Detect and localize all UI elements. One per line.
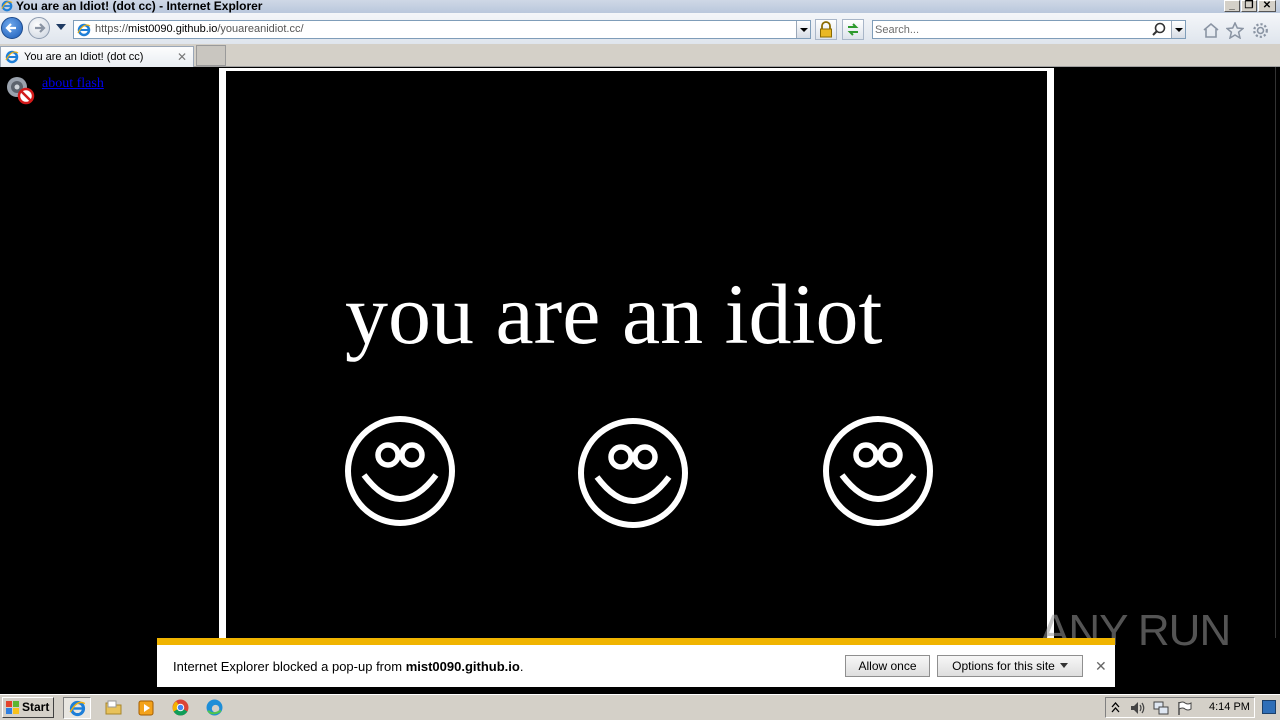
internet-explorer-icon [69,700,86,717]
options-for-site-button[interactable]: Options for this site [937,655,1083,677]
notification-message: Internet Explorer blocked a pop-up from … [173,659,523,674]
settings-gear-icon[interactable] [1252,22,1269,39]
notification-domain: mist0090.github.io [405,659,520,674]
chrome-icon [172,699,189,716]
taskbar-internet-explorer[interactable] [63,697,91,719]
address-dropdown-button[interactable] [796,21,810,38]
tab-ie-icon [5,50,19,64]
minimize-button[interactable]: _ [1224,0,1240,12]
search-box[interactable] [872,20,1186,39]
smiley-face-icon [823,416,933,526]
folder-icon [105,700,122,715]
popup-blocked-notification: Internet Explorer blocked a pop-up from … [157,638,1115,687]
search-icon[interactable] [1152,22,1167,37]
show-hidden-icons-icon[interactable] [1111,702,1120,713]
taskbar-clock[interactable]: 4:14 PM [1209,701,1250,713]
volume-icon[interactable] [1130,701,1146,715]
page-ie-icon [77,23,91,37]
url-host: mist0090.github.io [128,23,218,35]
options-label: Options for this site [952,659,1055,673]
tab-close-icon[interactable]: ✕ [177,50,187,64]
vertical-scrollbar[interactable] [1275,67,1280,638]
smiley-face-icon [345,416,455,526]
headline-text: you are an idiot [345,266,883,362]
page-content: about flash you are an idiot [0,67,1280,638]
forward-arrow-icon [35,23,46,33]
history-dropdown-icon[interactable] [56,24,66,30]
restore-button[interactable]: ❐ [1241,0,1257,12]
close-window-button[interactable]: ✕ [1258,0,1276,12]
refresh-icon [847,23,859,36]
url-path: /youareanidiot.cc/ [217,23,304,35]
notification-prefix: Internet Explorer blocked a pop-up from [173,659,406,674]
address-url[interactable]: https://mist0090.github.io/youareanidiot… [95,23,304,35]
edge-icon [206,699,223,716]
lock-icon [820,21,832,38]
security-lock-button[interactable] [815,19,837,40]
taskbar: Start 4:14 PM [0,694,1280,720]
show-desktop-icon[interactable] [1262,700,1276,714]
start-button[interactable]: Start [2,697,54,718]
flash-stage[interactable]: you are an idiot [219,68,1054,638]
about-flash-link[interactable]: about flash [42,76,104,92]
action-center-flag-icon[interactable] [1177,701,1192,716]
notification-close-icon[interactable]: ✕ [1095,658,1107,675]
window-title-bar[interactable]: You are an Idiot! (dot cc) - Internet Ex… [0,0,1280,13]
search-dropdown-button[interactable] [1171,21,1185,38]
tab-you-are-an-idiot[interactable]: You are an Idiot! (dot cc) ✕ [0,46,194,67]
taskbar-media-player[interactable] [133,697,161,719]
media-player-icon [138,700,154,716]
forward-button[interactable] [28,17,50,39]
window-title: You are an Idiot! (dot cc) - Internet Ex… [16,0,263,13]
chevron-down-icon [1059,663,1068,668]
allow-once-button[interactable]: Allow once [845,655,930,677]
smiley-face-icon [578,418,688,528]
start-label: Start [22,700,50,714]
notification-suffix: . [519,659,524,674]
ie-logo-icon [1,0,13,12]
url-scheme: https:// [95,23,129,35]
search-input[interactable] [875,22,1145,37]
taskbar-chrome[interactable] [167,697,195,719]
back-button[interactable] [1,17,23,39]
tab-bar: You are an Idiot! (dot cc) ✕ [0,44,1280,67]
taskbar-edge[interactable] [201,697,229,719]
refresh-button[interactable] [842,19,864,40]
windows-logo-icon [6,701,19,714]
navigation-bar: https://mist0090.github.io/youareanidiot… [0,13,1280,44]
favorites-star-icon[interactable] [1226,22,1244,39]
flash-blocked-icon [7,77,35,105]
home-icon[interactable] [1202,22,1220,38]
taskbar-file-explorer[interactable] [100,697,128,719]
back-arrow-icon [5,23,16,33]
network-icon[interactable] [1153,701,1169,716]
tab-label: You are an Idiot! (dot cc) [24,51,144,63]
address-bar[interactable]: https://mist0090.github.io/youareanidiot… [73,20,811,39]
new-tab-button[interactable] [196,45,226,66]
